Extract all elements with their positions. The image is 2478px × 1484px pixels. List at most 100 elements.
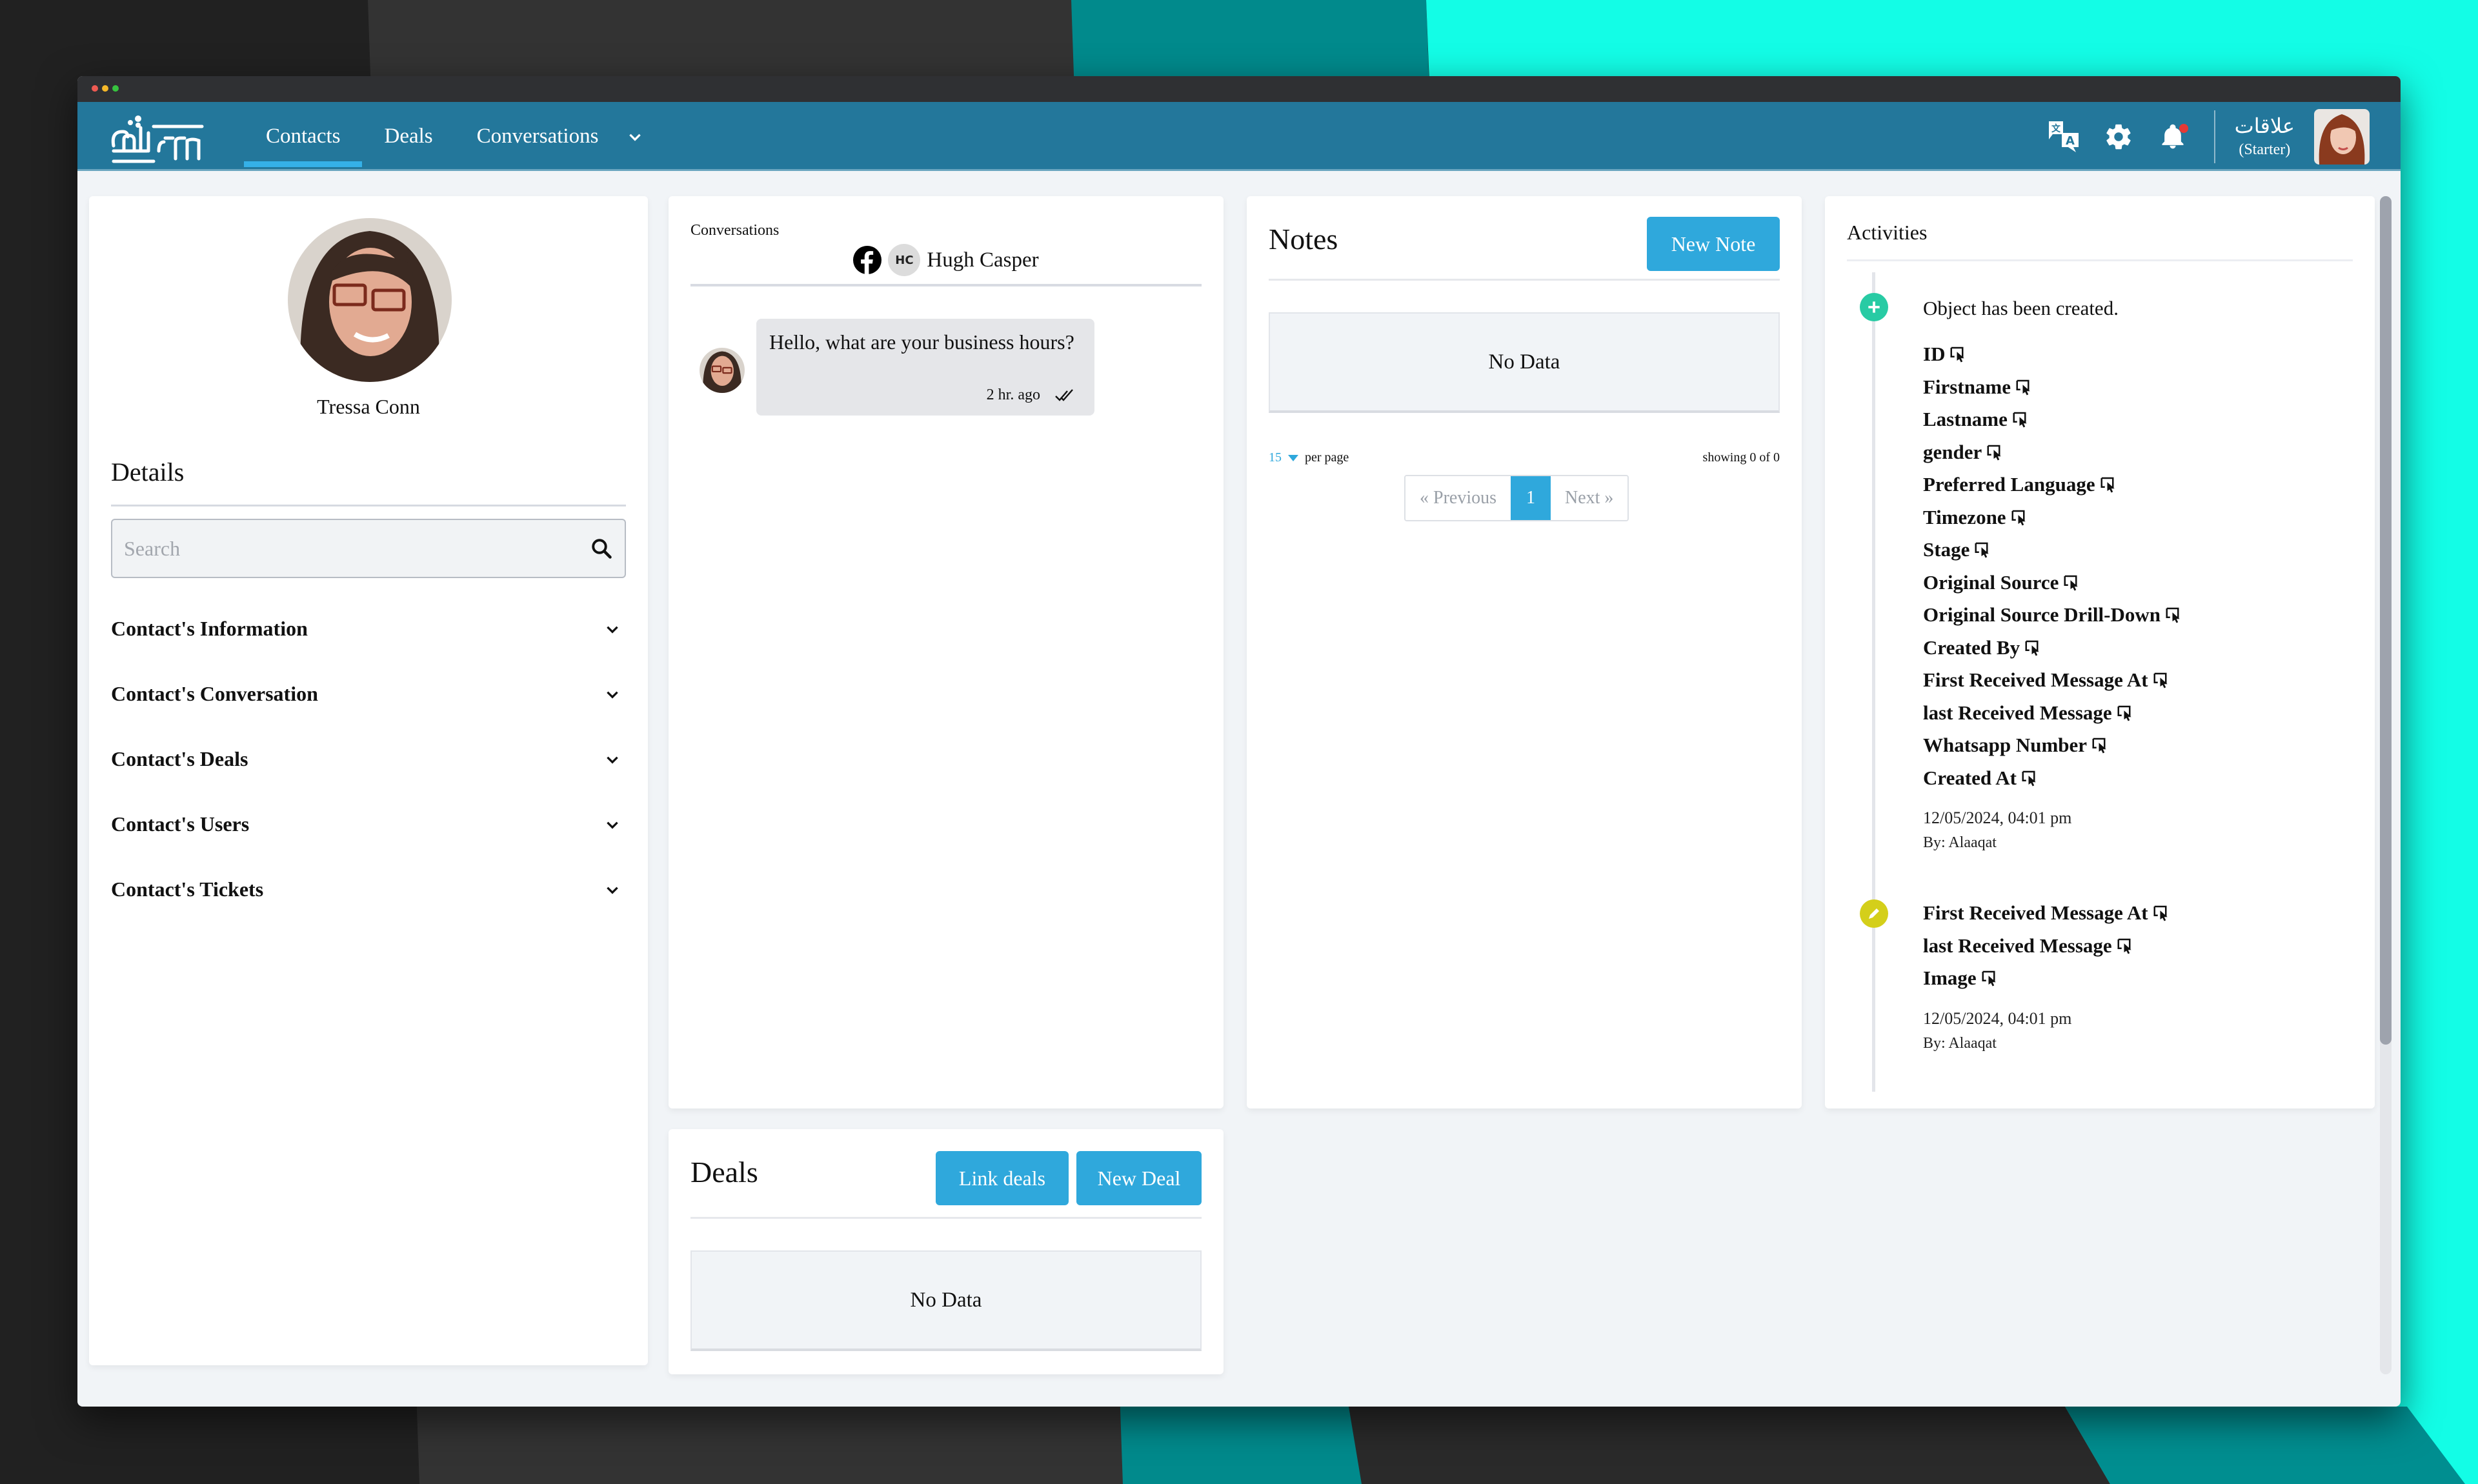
nav-tab-conversations[interactable]: Conversations [455,102,621,171]
accordion-contacts-information[interactable]: Contact's Information [111,596,626,661]
scrollbar-thumb[interactable] [2380,196,2392,1045]
accordion-contacts-tickets[interactable]: Contact's Tickets [111,857,626,922]
field-label: Original Source Drill-Down [1923,603,2161,627]
results-count: showing 0 of 0 [1702,450,1780,465]
nav-tab-contacts[interactable]: Contacts [244,102,363,171]
page-scrollbar[interactable] [2380,196,2392,1374]
accordion-label: Contact's Deals [111,747,248,770]
caret-down-icon[interactable] [1288,454,1298,461]
touch-icon[interactable] [2015,377,2034,397]
facebook-icon [853,246,882,274]
touch-icon[interactable] [2010,508,2030,527]
touch-icon[interactable] [2020,768,2040,788]
activities-card: Activities Object has been created. ID F… [1825,196,2375,1108]
field-label: Timezone [1923,505,2006,528]
settings-button[interactable] [2099,117,2138,156]
user-avatar[interactable] [2314,108,2370,165]
touch-icon[interactable] [2116,703,2135,723]
field-label: Preferred Language [1923,473,2095,496]
user-info[interactable]: علاقات (Starter) [2235,113,2295,161]
per-page-value[interactable]: 15 [1269,450,1282,465]
touch-icon[interactable] [1986,443,2005,462]
touch-icon[interactable] [2152,903,2171,923]
field-label: First Received Message At [1923,668,2148,692]
activity-field: First Received Message At [1923,897,2171,930]
contact-initials-avatar: HC [888,244,921,276]
activity-entry-updated: First Received Message At last Received … [1923,897,2171,1052]
touch-icon[interactable] [2024,638,2043,657]
activity-author: By: Alaaqat [1923,1034,1997,1052]
nav-more-dropdown[interactable] [620,102,650,171]
touch-icon[interactable] [2062,573,2082,592]
plus-icon [1868,301,1880,313]
contact-name: Tressa Conn [317,395,420,418]
window-controls [92,85,119,92]
chevron-down-icon [607,756,618,764]
nav-tab-deals[interactable]: Deals [362,102,454,171]
conversation-header[interactable]: HC Hugh Casper [669,244,1224,276]
user-avatar-image [2314,108,2370,165]
activity-date: 12/05/2024, 04:01 pm [1923,1008,2072,1028]
accordion-contacts-users[interactable]: Contact's Users [111,792,626,857]
details-search-input[interactable] [124,536,590,561]
alaaqat-logo[interactable] [108,114,205,165]
field-label: Firstname [1923,375,2011,398]
svg-text:A: A [2066,134,2075,148]
conversations-label: Conversations [690,222,780,239]
notifications-button[interactable] [2153,117,2192,156]
accordion-contacts-deals[interactable]: Contact's Deals [111,727,626,792]
contact-profile-card: Tressa Conn Details Contact's Informatio… [89,196,648,1365]
touch-icon[interactable] [2099,475,2119,494]
activity-field: First Received Message At [1923,664,2184,697]
touch-icon[interactable] [2164,605,2184,625]
chevron-down-icon [607,887,618,894]
divider [1269,279,1780,281]
activity-entry-created: Object has been created. ID Firstname La… [1923,297,2184,852]
updated-event-dot [1860,899,1888,928]
contact-photo [288,218,452,382]
activity-fields: ID Firstname Lastname gender Preferred L… [1923,338,2184,794]
activity-heading: Object has been created. [1923,297,2119,319]
touch-icon[interactable] [1973,540,1993,559]
gear-icon [2106,124,2131,149]
activity-field: Firstname [1923,371,2184,404]
touch-icon[interactable] [2116,936,2135,956]
activity-field: Original Source Drill-Down [1923,599,2184,632]
search-icon[interactable] [590,537,613,560]
next-page-button[interactable]: Next » [1551,476,1628,520]
accordion-label: Contact's Tickets [111,877,264,901]
message-bubble[interactable]: Hello, what are your business hours? 2 h… [756,319,1094,416]
per-page-selector: 15 per page [1269,450,1349,465]
sender-photo [700,348,745,393]
deals-empty-state: No Data [690,1250,1202,1351]
minimize-window-button[interactable] [102,85,108,92]
maximize-window-button[interactable] [112,85,119,92]
touch-icon[interactable] [2152,670,2171,690]
message-meta: 2 hr. ago [987,386,1075,404]
field-label: ID [1923,343,1946,366]
app-window: Contacts Deals Conversations 文 A علاقات … [77,76,2401,1407]
language-button[interactable]: 文 A [2045,117,2084,156]
contact-detail-page: Tressa Conn Details Contact's Informatio… [77,173,2401,1407]
link-deals-button[interactable]: Link deals [936,1151,1069,1205]
touch-icon[interactable] [2011,410,2031,429]
touch-icon[interactable] [1980,968,2000,988]
title-bar [77,76,2401,102]
divider [1847,259,2353,261]
details-heading: Details [111,457,185,486]
close-window-button[interactable] [92,85,98,92]
top-navbar: Contacts Deals Conversations 文 A علاقات … [77,102,2401,171]
touch-icon[interactable] [1949,345,1968,364]
field-label: gender [1923,440,1982,463]
new-deal-button[interactable]: New Deal [1076,1151,1202,1205]
previous-page-button[interactable]: « Previous [1405,476,1511,520]
accordion-label: Contact's Conversation [111,682,318,705]
notes-card: Notes New Note No Data 15 per page showi… [1247,196,1802,1108]
contact-avatar[interactable] [288,218,452,382]
touch-icon[interactable] [2091,736,2110,755]
new-note-button[interactable]: New Note [1647,217,1780,271]
created-event-dot [1860,293,1888,321]
activity-fields: First Received Message At last Received … [1923,897,2171,995]
page-1-button[interactable]: 1 [1511,476,1551,520]
accordion-contacts-conversation[interactable]: Contact's Conversation [111,661,626,727]
